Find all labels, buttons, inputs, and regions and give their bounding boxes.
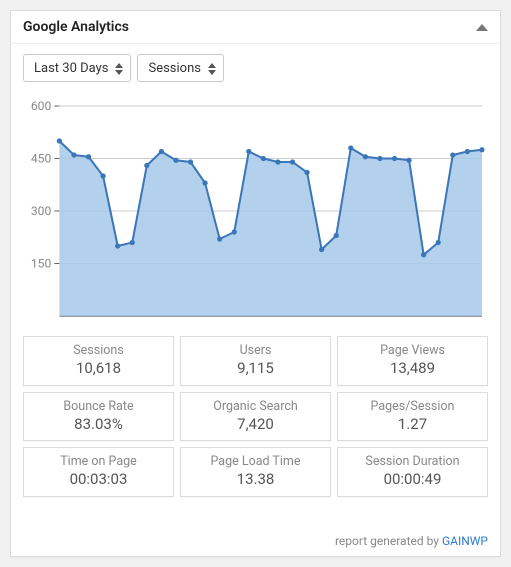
stat-box: Time on Page00:03:03 [23,447,174,497]
svg-text:600: 600 [31,99,52,113]
stat-box: Sessions10,618 [23,336,174,386]
stat-box: Page Load Time13.38 [180,447,331,497]
svg-text:450: 450 [31,152,52,166]
stat-value: 1.27 [342,415,483,435]
stat-value: 00:03:03 [28,470,169,490]
svg-text:300: 300 [31,204,52,218]
sort-icon [207,60,217,78]
stat-label: Pages/Session [342,399,483,414]
widget-body: Last 30 Days Sessions 150 300 450 600 Sessi… [11,44,500,556]
footer-link[interactable]: GAINWP [442,534,488,548]
metric-select[interactable]: Sessions [137,54,224,82]
stat-box: Users9,115 [180,336,331,386]
stat-label: Page Load Time [185,454,326,469]
collapse-icon[interactable] [476,24,488,31]
stats-grid: Sessions10,618Users9,115Page Views13,489… [23,336,488,497]
stat-box: Session Duration00:00:49 [337,447,488,497]
svg-text:150: 150 [31,257,52,271]
stat-value: 13.38 [185,470,326,490]
stat-value: 13,489 [342,359,483,379]
stat-value: 7,420 [185,415,326,435]
footer-text: report generated by [335,534,442,548]
metric-label: Sessions [148,61,201,76]
widget-header: Google Analytics [11,11,500,44]
stat-label: Time on Page [28,454,169,469]
stat-box: Pages/Session1.27 [337,392,488,442]
stat-box: Bounce Rate83.03% [23,392,174,442]
stat-box: Page Views13,489 [337,336,488,386]
stat-value: 83.03% [28,415,169,435]
filter-bar: Last 30 Days Sessions [23,54,488,82]
stat-label: Sessions [28,343,169,358]
stat-label: Bounce Rate [28,399,169,414]
sort-icon [114,60,124,78]
stat-value: 00:00:49 [342,470,483,490]
stat-label: Organic Search [185,399,326,414]
stat-box: Organic Search7,420 [180,392,331,442]
stat-value: 9,115 [185,359,326,379]
report-footer: report generated by GAINWP [23,528,488,548]
widget-title: Google Analytics [23,19,129,35]
stat-label: Session Duration [342,454,483,469]
date-range-select[interactable]: Last 30 Days [23,54,131,82]
stat-value: 10,618 [28,359,169,379]
analytics-widget: Google Analytics Last 30 Days Sessions 1… [10,10,501,557]
date-range-label: Last 30 Days [34,61,108,76]
stat-label: Users [185,343,326,358]
sessions-chart: 150 300 450 600 [23,98,488,328]
stat-label: Page Views [342,343,483,358]
